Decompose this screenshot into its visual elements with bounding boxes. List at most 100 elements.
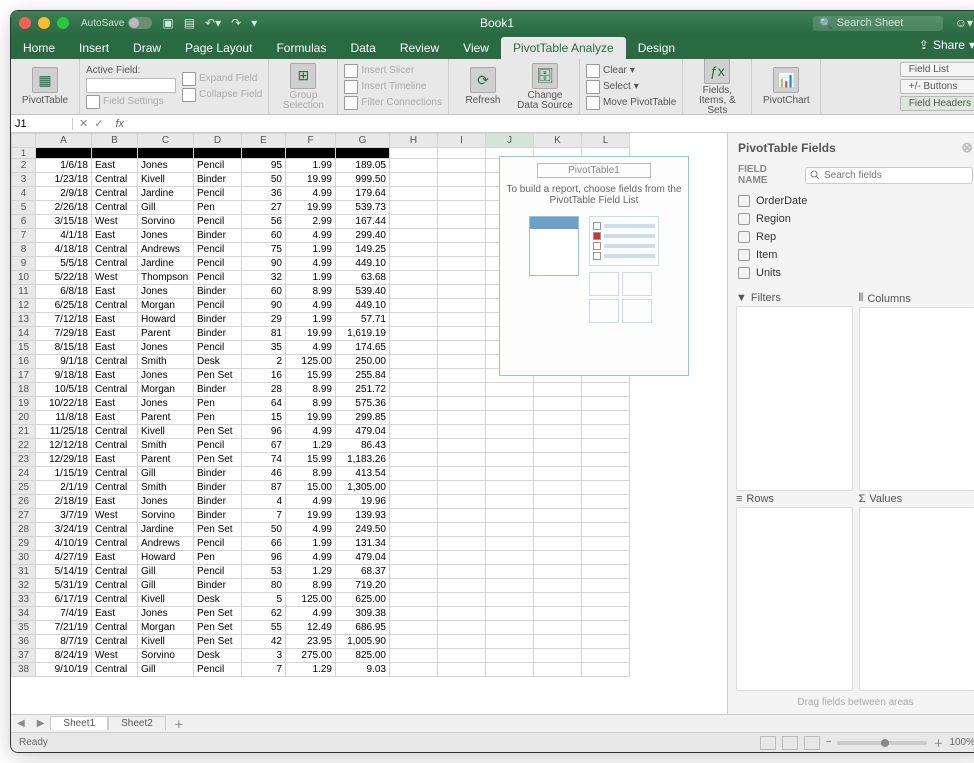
cell[interactable]: Jones: [138, 229, 194, 243]
cell[interactable]: 87: [242, 481, 286, 495]
cell[interactable]: 7/29/18: [36, 327, 92, 341]
cell[interactable]: [390, 173, 438, 187]
cell[interactable]: [438, 607, 486, 621]
row-header[interactable]: 21: [12, 425, 36, 439]
cell[interactable]: 179.64: [336, 187, 390, 201]
redo-icon[interactable]: ↷: [231, 16, 241, 30]
cell[interactable]: [582, 481, 630, 495]
cell[interactable]: Central: [92, 439, 138, 453]
cell[interactable]: 50: [242, 173, 286, 187]
cell[interactable]: [390, 215, 438, 229]
cell[interactable]: 3/24/19: [36, 523, 92, 537]
cell[interactable]: [438, 663, 486, 677]
cell[interactable]: Pen: [194, 551, 242, 565]
cell[interactable]: [582, 635, 630, 649]
cell[interactable]: Binder: [194, 481, 242, 495]
cell[interactable]: 95: [242, 159, 286, 173]
cell[interactable]: [438, 537, 486, 551]
cell[interactable]: [486, 495, 534, 509]
checkbox-icon[interactable]: [738, 267, 750, 279]
row-header[interactable]: 5: [12, 201, 36, 215]
cell[interactable]: 7/21/19: [36, 621, 92, 635]
cell[interactable]: [390, 355, 438, 369]
cell[interactable]: 4: [242, 495, 286, 509]
cell[interactable]: Central: [92, 565, 138, 579]
cell[interactable]: [582, 439, 630, 453]
plus-minus-buttons-button[interactable]: +/- Buttons: [900, 79, 974, 94]
cell[interactable]: Kivell: [138, 425, 194, 439]
cell[interactable]: Jardine: [138, 187, 194, 201]
cell[interactable]: [582, 593, 630, 607]
cell[interactable]: Binder: [194, 173, 242, 187]
cell[interactable]: 15.00: [286, 481, 336, 495]
cell[interactable]: [438, 159, 486, 173]
row-header[interactable]: 31: [12, 565, 36, 579]
cell[interactable]: [390, 453, 438, 467]
cell[interactable]: Central: [92, 201, 138, 215]
cell[interactable]: [534, 383, 582, 397]
cell[interactable]: 7/12/18: [36, 313, 92, 327]
cell[interactable]: 9/10/19: [36, 663, 92, 677]
sheet-nav-next-icon[interactable]: ▶: [31, 718, 51, 729]
cell[interactable]: [438, 411, 486, 425]
cell[interactable]: East: [92, 453, 138, 467]
cell[interactable]: 96: [242, 425, 286, 439]
cell[interactable]: [390, 495, 438, 509]
cell[interactable]: 6/17/19: [36, 593, 92, 607]
cell[interactable]: 81: [242, 327, 286, 341]
cell[interactable]: 3/15/18: [36, 215, 92, 229]
cell[interactable]: Pencil: [194, 537, 242, 551]
cell[interactable]: [486, 439, 534, 453]
cell[interactable]: [438, 299, 486, 313]
row-header[interactable]: 38: [12, 663, 36, 677]
cell[interactable]: [534, 481, 582, 495]
cell[interactable]: [486, 621, 534, 635]
cell[interactable]: [438, 285, 486, 299]
cell[interactable]: 4/27/19: [36, 551, 92, 565]
cell[interactable]: 8/15/18: [36, 341, 92, 355]
cell[interactable]: 5/31/19: [36, 579, 92, 593]
cell[interactable]: [582, 649, 630, 663]
cell[interactable]: [390, 481, 438, 495]
cell[interactable]: 3/7/19: [36, 509, 92, 523]
cell[interactable]: 4.99: [286, 187, 336, 201]
cell[interactable]: 63.68: [336, 271, 390, 285]
cell[interactable]: [390, 341, 438, 355]
cell[interactable]: 1.99: [286, 271, 336, 285]
cell[interactable]: [438, 341, 486, 355]
cell[interactable]: 32: [242, 271, 286, 285]
cell[interactable]: Binder: [194, 383, 242, 397]
field-item[interactable]: Item: [738, 246, 973, 264]
cell[interactable]: 66: [242, 537, 286, 551]
cell[interactable]: Kivell: [138, 173, 194, 187]
maximize-window-icon[interactable]: [57, 17, 69, 29]
cell[interactable]: 449.10: [336, 299, 390, 313]
cell[interactable]: East: [92, 285, 138, 299]
share-button[interactable]: ⇪ Share ▾: [919, 38, 974, 52]
cell[interactable]: [390, 621, 438, 635]
cell[interactable]: [582, 383, 630, 397]
clear-button[interactable]: Clear▾: [586, 64, 676, 78]
cell[interactable]: Pen Set: [194, 425, 242, 439]
cell[interactable]: 11/8/18: [36, 411, 92, 425]
cell[interactable]: 1.29: [286, 565, 336, 579]
cell[interactable]: Howard: [138, 551, 194, 565]
cell[interactable]: 8.99: [286, 397, 336, 411]
cell[interactable]: [534, 537, 582, 551]
cell[interactable]: [486, 523, 534, 537]
cell[interactable]: Sorvino: [138, 215, 194, 229]
cell[interactable]: [486, 537, 534, 551]
cell[interactable]: [390, 383, 438, 397]
cell[interactable]: Sorvino: [138, 649, 194, 663]
cell[interactable]: [486, 551, 534, 565]
cell[interactable]: 74: [242, 453, 286, 467]
cell[interactable]: Jones: [138, 495, 194, 509]
cell[interactable]: 68.37: [336, 565, 390, 579]
cell[interactable]: 250.00: [336, 355, 390, 369]
cell[interactable]: Smith: [138, 355, 194, 369]
row-header[interactable]: 15: [12, 341, 36, 355]
cell[interactable]: 4/10/19: [36, 537, 92, 551]
cell[interactable]: Pencil: [194, 299, 242, 313]
cell[interactable]: [438, 467, 486, 481]
cell[interactable]: [390, 285, 438, 299]
